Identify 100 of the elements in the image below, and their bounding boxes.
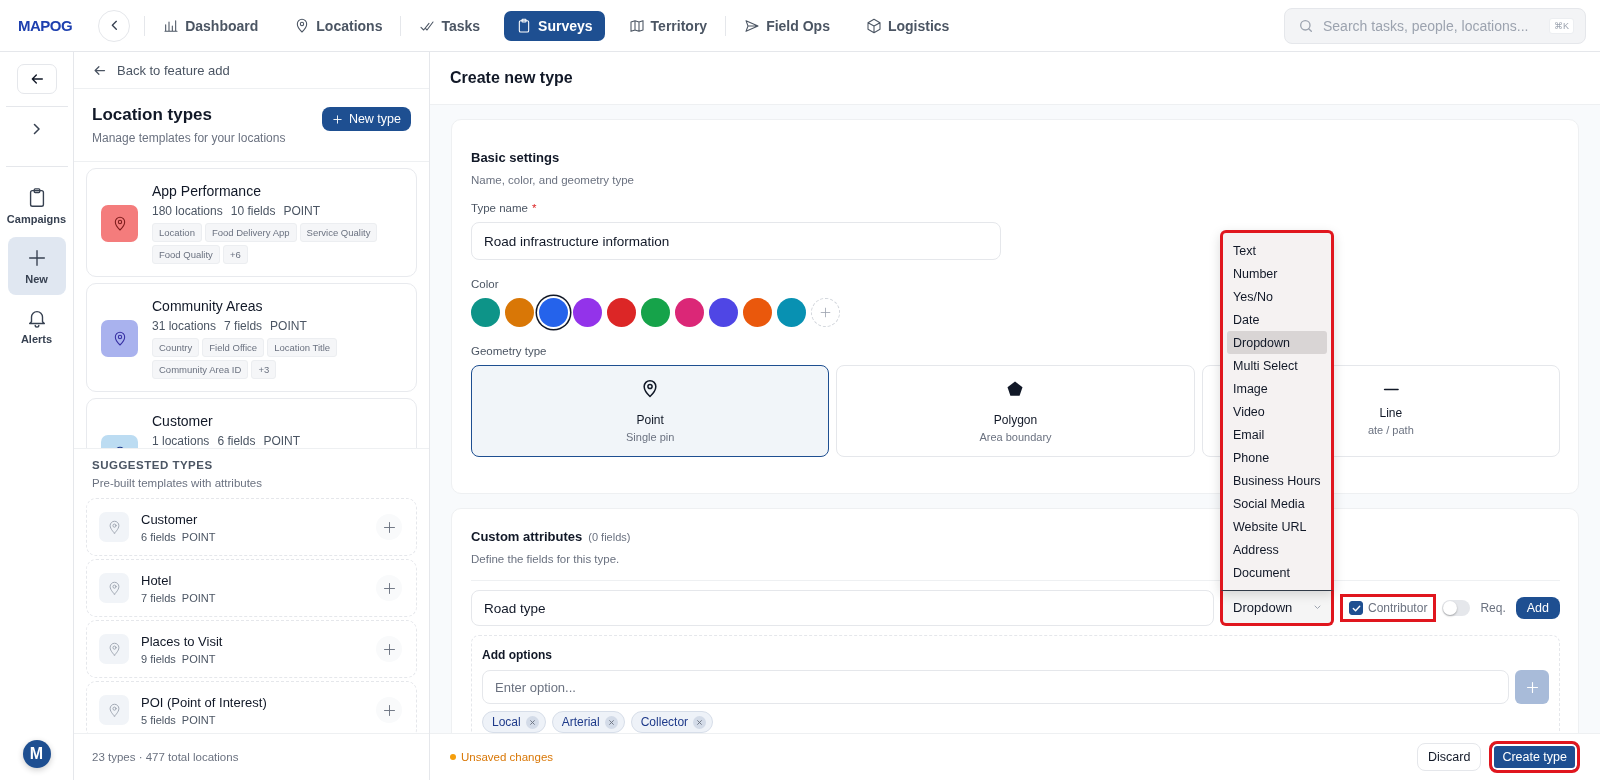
add-color-button[interactable] [811,298,840,327]
plus-icon [381,702,397,718]
attribute-tag: +3 [251,360,277,379]
add-button[interactable] [376,575,402,601]
card-title: Custom attributes [471,529,583,544]
attribute-tag: Service Quality [299,223,378,242]
menu-option[interactable]: Number [1227,262,1327,285]
map-icon [628,17,645,34]
rail-item[interactable]: New [7,237,66,295]
add-button[interactable] [376,697,402,723]
menu-option[interactable]: Text [1227,239,1327,262]
field-count: 10 fields [230,204,276,218]
suggested-type-name: Customer [141,511,199,527]
menu-option[interactable]: Yes/No [1227,285,1327,308]
geometry-option[interactable]: Point Single pin [471,365,830,457]
new-type-button[interactable]: New type [321,107,411,131]
menu-option[interactable]: Social Media [1227,492,1327,515]
menu-option[interactable]: Document [1227,561,1327,584]
contributor-checkbox[interactable]: Contributor [1340,594,1437,622]
type-card[interactable]: Customer 1 locations 6 fields POINT [86,398,417,448]
logo: MAPOG [18,17,73,34]
color-swatch[interactable] [471,298,500,327]
geometry-label: POINT [283,204,321,218]
add-button[interactable] [376,514,402,540]
attribute-tag: Food Delivery App [204,223,297,242]
menu-option[interactable]: Website URL [1227,515,1327,538]
nav-tab[interactable]: Field Ops [732,10,842,41]
plus-icon [381,519,397,535]
required-toggle[interactable] [1442,600,1471,616]
geometry-option[interactable]: Polygon Area boundary [836,365,1195,457]
create-type-button[interactable]: Create type [1489,741,1580,773]
menu-option[interactable]: Email [1227,423,1327,446]
color-swatch[interactable] [607,298,636,327]
suggested-type-card[interactable]: Places to Visit 9 fields POINT [86,620,417,678]
back-link[interactable]: Back to feature add [74,52,429,89]
nav-tab[interactable]: Dashboard [151,10,271,41]
option-description: Area boundary [979,431,1052,443]
suggested-type-card[interactable]: Hotel 7 fields POINT [86,559,417,617]
add-button[interactable] [376,636,402,662]
color-swatch[interactable] [743,298,772,327]
nav-tab[interactable]: Surveys [504,10,605,41]
type-card[interactable]: App Performance 180 locations 10 fields POINT Location Food Delivery App Service Quality Food Quality +6 [86,168,417,277]
discard-button[interactable]: Discard [1417,743,1482,771]
color-swatch[interactable] [573,298,602,327]
color-swatch[interactable] [641,298,670,327]
geometry-label: POINT [181,652,216,665]
remove-button[interactable] [525,715,539,729]
pin-icon [106,580,122,596]
required-mark: * [531,202,537,214]
avatar[interactable]: M [22,740,51,768]
suggested-type-card[interactable]: Customer 6 fields POINT [86,498,417,556]
status-text: Unsaved changes [461,751,554,763]
option-label: Line [1379,405,1403,420]
attribute-tag: Community Area ID [152,360,249,379]
color-swatch[interactable] [675,298,704,327]
field-label: Geometry type [471,345,548,357]
type-name: App Performance [152,183,262,199]
nav-tab[interactable]: Logistics [853,10,962,41]
plus-icon [381,641,397,657]
attribute-tag: +6 [222,245,248,264]
plus-icon [331,113,343,125]
nav-tab[interactable]: Locations [282,10,395,41]
attribute-tag: Location [152,223,202,242]
color-swatch[interactable] [505,298,534,327]
color-swatch[interactable] [709,298,738,327]
attribute-tag: Field Office [202,338,265,357]
summary-text: 23 types · 477 total locations [74,733,429,780]
pin-icon [106,702,122,718]
plus-icon [381,580,397,596]
chevron-left-icon [110,20,118,31]
type-card[interactable]: Community Areas 31 locations 7 fields POINT Country Field Office Location Title Community Area ID +3 [86,283,417,392]
menu-option[interactable]: Image [1227,377,1327,400]
remove-button[interactable] [604,715,618,729]
nav-tab[interactable]: Tasks [407,10,493,41]
suggested-type-name: POI (Point of Interest) [141,694,267,710]
attribute-name-field[interactable]: Road type [471,590,1214,626]
option-field[interactable]: Enter option... [482,670,1509,704]
geometry-label: POINT [270,319,307,333]
add-button[interactable]: Add [1515,597,1560,619]
menu-option[interactable]: Business Hours [1227,469,1327,492]
rail-item[interactable]: Campaigns [7,177,66,235]
rail-item[interactable]: Alerts [7,297,66,355]
nav-tab[interactable]: Territory [616,10,720,41]
field-label: Type name * [471,202,538,214]
field-count: 6 fields [141,530,176,543]
menu-option[interactable]: Address [1227,538,1327,561]
cube-icon [865,17,882,34]
color-swatch[interactable] [777,298,806,327]
menu-option[interactable]: Dropdown [1227,331,1327,354]
pin-icon [106,641,122,657]
type-select[interactable]: Dropdown [1220,590,1334,626]
back-button[interactable] [16,64,57,94]
remove-button[interactable] [693,715,707,729]
section-subtitle: Pre-built templates with attributes [92,477,264,489]
menu-option[interactable]: Video [1227,400,1327,423]
chevron-down-icon [1314,604,1321,610]
color-swatch[interactable] [539,298,568,327]
type-name-field[interactable]: Road infrastructure information [471,222,1001,260]
section-title: SUGGESTED TYPES [92,459,214,471]
menu-option[interactable]: Date [1227,308,1327,331]
